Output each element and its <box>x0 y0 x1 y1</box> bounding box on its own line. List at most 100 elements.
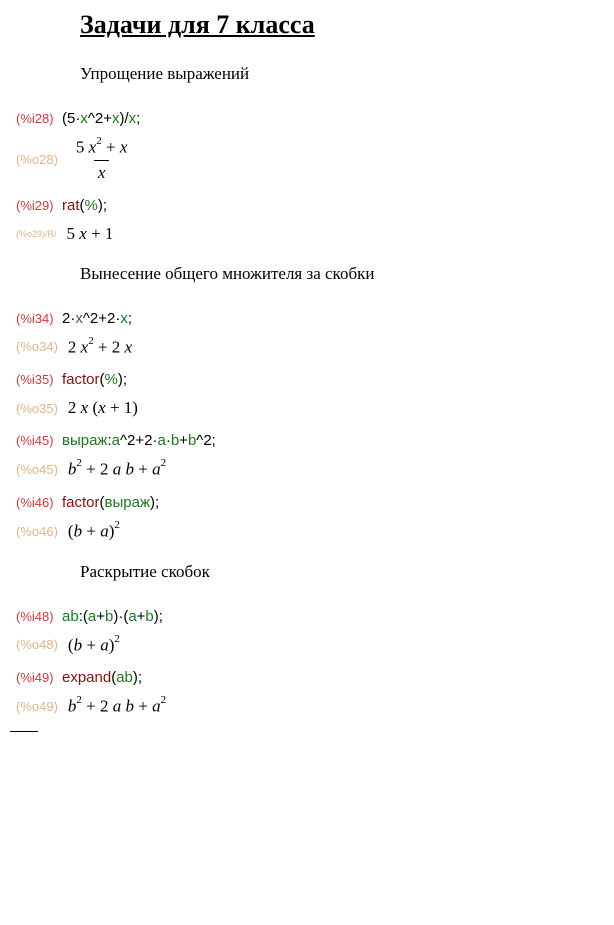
var: b <box>145 608 153 625</box>
input-code: 2·x^2+2·x; <box>62 310 132 327</box>
input-code: rat(%); <box>62 197 107 214</box>
output-math: b2 + 2 a b + a2 <box>68 696 166 717</box>
paren: ( <box>88 398 98 417</box>
section-heading-1: Упрощение выражений <box>80 64 604 84</box>
fraction: 5 x2 + x x <box>72 137 131 183</box>
input-label: (%i34) <box>16 311 56 326</box>
plus: + <box>98 310 107 327</box>
io-block-45: (%i45) выраж:a^2+2·a·b+b^2; (%o45) b2 + … <box>16 432 604 480</box>
output-row-48: (%o48) (b + a)2 <box>16 635 604 656</box>
input-row-48: (%i48) ab:(a+b)·(a+b); <box>16 608 604 625</box>
var: a <box>88 608 96 625</box>
num: 5 <box>76 138 89 157</box>
section-heading-2: Вынесение общего множителя за скобки <box>80 264 604 284</box>
text: + <box>82 522 100 541</box>
input-code: expand(ab); <box>62 669 142 686</box>
var: выраж <box>105 494 150 511</box>
var: a <box>152 697 161 716</box>
fn: factor <box>62 371 100 388</box>
output-label: (%o48) <box>16 637 58 652</box>
output-math: (b + a)2 <box>68 635 120 656</box>
io-block-35: (%i35) factor(%); (%o35) 2 x (x + 1) <box>16 371 604 418</box>
input-row-29: (%i29) rat(%); <box>16 197 604 214</box>
sup: 2 <box>114 519 120 531</box>
semicolon: ; <box>212 432 216 449</box>
output-row-34: (%o34) 2 x2 + 2 x <box>16 337 604 358</box>
var: x <box>79 224 87 243</box>
text: + 2 <box>82 697 113 716</box>
var: % <box>85 197 98 214</box>
plus: + <box>135 432 144 449</box>
text: + <box>82 635 100 654</box>
output-math: 2 x2 + 2 x <box>68 337 132 358</box>
num: 2 <box>68 337 81 356</box>
var: a <box>100 635 109 654</box>
semicolon: ; <box>159 608 163 625</box>
text: + <box>134 697 152 716</box>
sup: 2 <box>114 633 120 645</box>
num: 2 <box>68 398 81 417</box>
input-code: ab:(a+b)·(a+b); <box>62 608 163 625</box>
text: + 2 <box>82 460 113 479</box>
input-row-46: (%i46) factor(выраж); <box>16 494 604 511</box>
sup: 2 <box>161 457 167 469</box>
output-label: (%o45) <box>16 462 58 477</box>
num: 2 <box>90 310 98 327</box>
semicolon: ; <box>136 110 140 127</box>
caret: ^ <box>88 110 95 127</box>
input-label: (%i45) <box>16 433 56 448</box>
plus: + <box>96 608 105 625</box>
text: + 1) <box>106 398 138 417</box>
input-row-35: (%i35) factor(%); <box>16 371 604 388</box>
section-heading-3: Раскрытие скобок <box>80 562 604 582</box>
output-math: 5 x + 1 <box>67 224 114 244</box>
output-row-46: (%o46) (b + a)2 <box>16 521 604 542</box>
var: x <box>75 310 83 327</box>
footer-rule <box>10 731 38 732</box>
io-block-49: (%i49) expand(ab); (%o49) b2 + 2 a b + a… <box>16 669 604 717</box>
var: a <box>157 432 165 449</box>
input-row-49: (%i49) expand(ab); <box>16 669 604 686</box>
semicolon: ; <box>128 310 132 327</box>
output-label: (%o34) <box>16 339 58 354</box>
io-block-29: (%i29) rat(%); (%o29)/R/ 5 x + 1 <box>16 197 604 244</box>
caret: ^ <box>83 310 90 327</box>
var: x <box>80 110 88 127</box>
caret: ^ <box>120 432 127 449</box>
output-row-45: (%o45) b2 + 2 a b + a2 <box>16 459 604 480</box>
input-label: (%i29) <box>16 198 56 213</box>
var: ab <box>116 669 133 686</box>
input-row-45: (%i45) выраж:a^2+2·a·b+b^2; <box>16 432 604 449</box>
sup: 2 <box>76 457 82 469</box>
semicolon: ; <box>103 197 107 214</box>
denominator: x <box>94 160 110 183</box>
output-math: 2 x (x + 1) <box>68 398 138 418</box>
io-block-46: (%i46) factor(выраж); (%o46) (b + a)2 <box>16 494 604 542</box>
input-code: factor(выраж); <box>62 494 159 511</box>
fn: rat <box>62 197 80 214</box>
num: 5 <box>67 224 80 243</box>
output-label: (%o49) <box>16 699 58 714</box>
var: x <box>120 138 128 157</box>
output-label: (%o29)/R/ <box>16 229 57 239</box>
io-block-48: (%i48) ab:(a+b)·(a+b); (%o48) (b + a)2 <box>16 608 604 656</box>
plus: + <box>103 110 112 127</box>
io-block-28: (%i28) (5·x^2+x)/x; (%o28) 5 x2 + x x <box>16 110 604 183</box>
output-math: (b + a)2 <box>68 521 120 542</box>
sup: 2 <box>161 694 167 706</box>
output-label: (%o28) <box>16 152 58 167</box>
var: b <box>171 432 179 449</box>
page-title: Задачи для 7 класса <box>80 10 604 40</box>
input-label: (%i48) <box>16 609 56 624</box>
var: % <box>105 371 118 388</box>
var: x <box>112 110 120 127</box>
output-math: b2 + 2 a b + a2 <box>68 459 166 480</box>
var: x <box>98 398 106 417</box>
var: x <box>120 310 128 327</box>
var: a b <box>113 697 134 716</box>
plus: + <box>179 432 188 449</box>
text: + 2 <box>94 337 125 356</box>
output-label: (%o35) <box>16 401 58 416</box>
fn: factor <box>62 494 100 511</box>
input-code: (5·x^2+x)/x; <box>62 110 140 127</box>
